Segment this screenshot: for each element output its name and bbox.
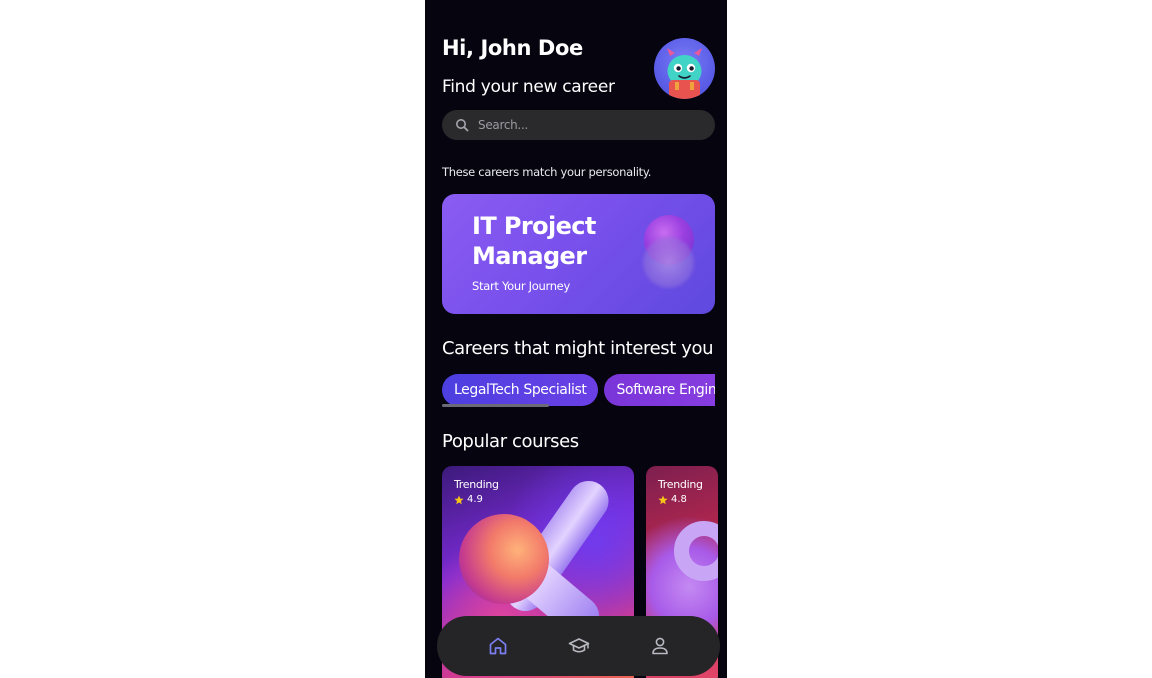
profile-icon xyxy=(651,637,668,655)
chips-scrollbar[interactable] xyxy=(442,404,549,407)
search-bar[interactable]: Search... xyxy=(442,110,715,140)
greeting: Hi, John Doe xyxy=(442,36,583,60)
star-icon xyxy=(454,495,464,504)
courses-title: Popular courses xyxy=(442,431,579,452)
star-icon xyxy=(658,495,668,504)
interests-title: Careers that might interest you xyxy=(442,338,714,359)
career-chip[interactable]: Software Engineer xyxy=(604,374,715,406)
career-chips: LegalTech SpecialistSoftware Engineer xyxy=(442,374,715,408)
hero-cta[interactable]: Start Your Journey xyxy=(472,279,570,293)
subtitle: Find your new career xyxy=(442,77,615,97)
career-chip[interactable]: LegalTech Specialist xyxy=(442,374,599,406)
app-screen: Hi, John Doe Find your new career Search… xyxy=(425,0,727,678)
home-icon xyxy=(489,637,506,655)
nav-courses[interactable] xyxy=(561,628,597,664)
rating-value: 4.8 xyxy=(671,494,687,505)
glass-orb-decoration xyxy=(643,237,694,288)
monster-avatar-icon xyxy=(667,48,702,99)
career-hero-card[interactable]: IT Project Manager Start Your Journey xyxy=(442,194,715,314)
trending-badge: Trending xyxy=(658,478,703,491)
ring-decoration xyxy=(674,521,718,581)
trending-badge: Trending xyxy=(454,478,499,491)
nav-home[interactable] xyxy=(480,628,516,664)
rating-value: 4.9 xyxy=(467,494,483,505)
avatar[interactable] xyxy=(654,38,715,99)
nav-profile[interactable] xyxy=(642,628,678,664)
search-input[interactable]: Search... xyxy=(478,118,528,132)
bottom-nav xyxy=(437,616,720,676)
hero-title: IT Project Manager xyxy=(472,212,596,270)
sphere-decoration xyxy=(459,514,549,604)
match-caption: These careers match your personality. xyxy=(442,165,652,179)
course-rating: 4.9 xyxy=(454,494,483,505)
course-rating: 4.8 xyxy=(658,494,687,505)
graduation-cap-icon xyxy=(568,638,589,653)
search-icon xyxy=(456,119,469,132)
